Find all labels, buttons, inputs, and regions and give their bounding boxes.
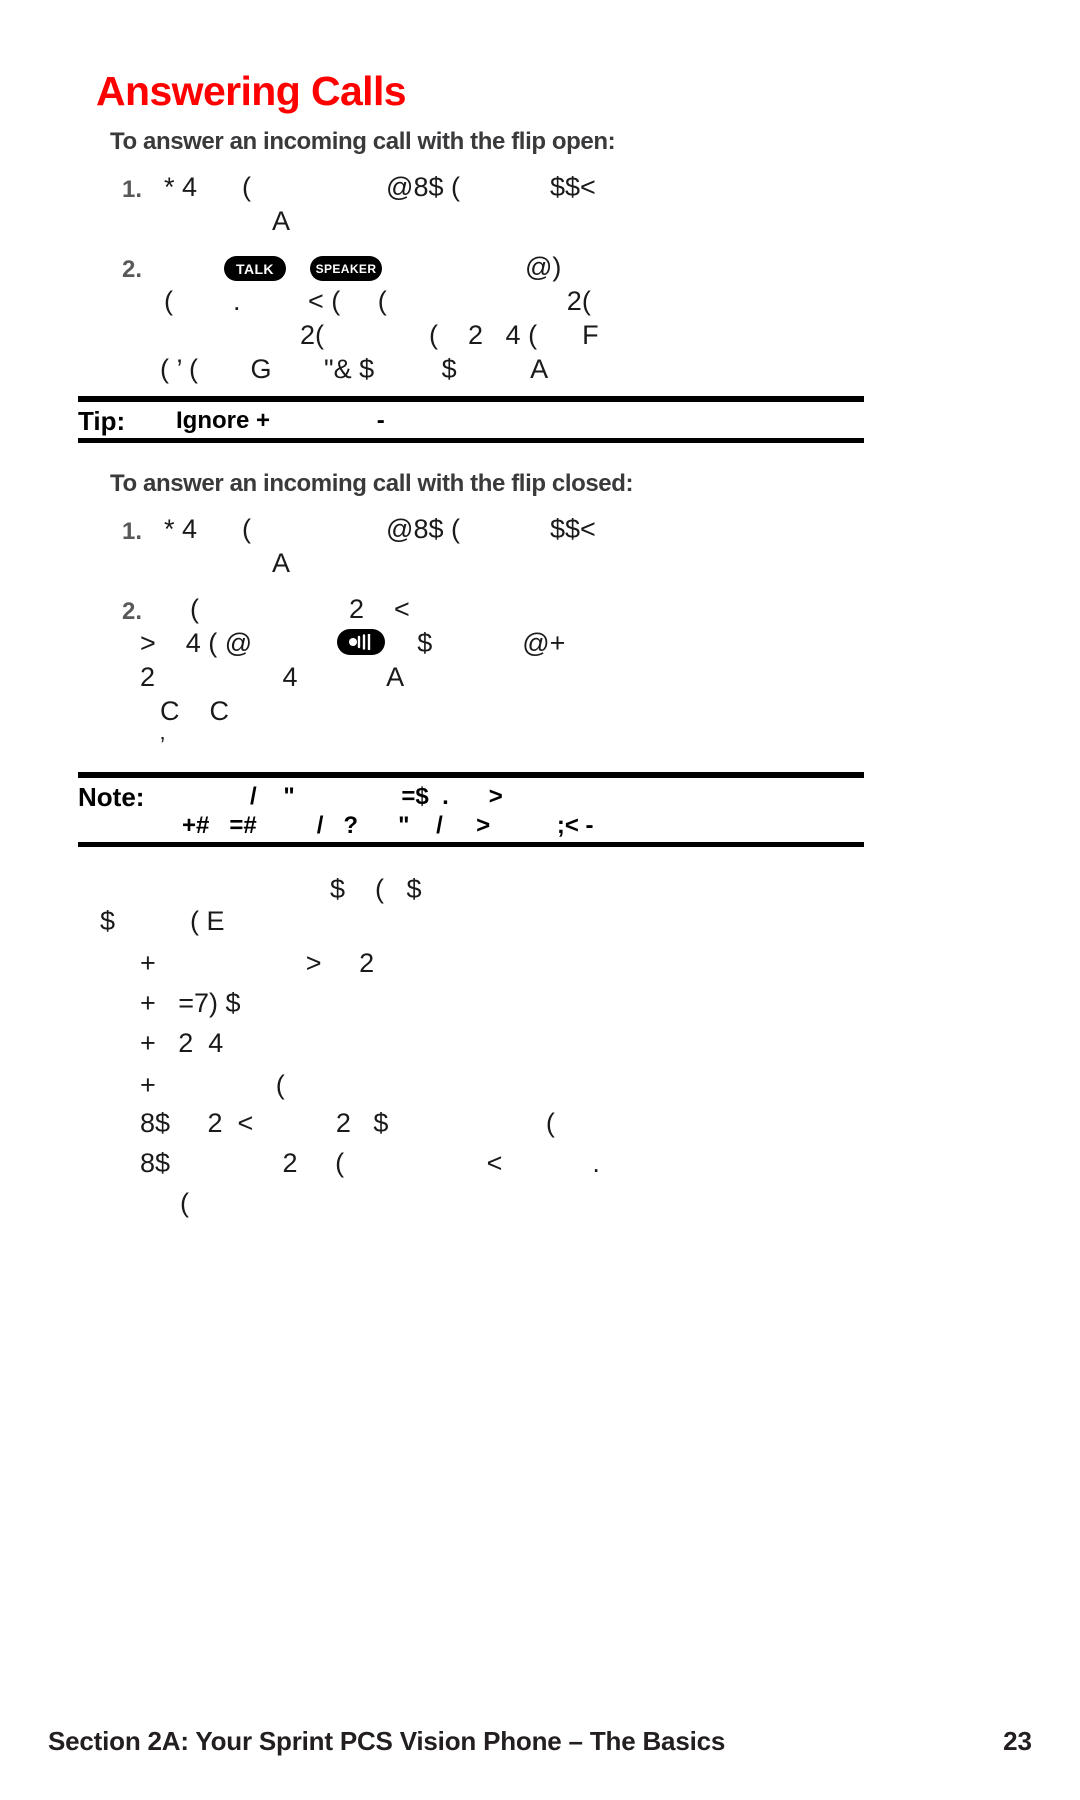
manual-page: Answering Calls To answer an incoming ca… <box>0 0 1080 1800</box>
body-text-line: $ ( E <box>100 906 225 936</box>
section-heading-flip-closed: To answer an incoming call with the flip… <box>110 470 634 497</box>
step-text-line: ( 2 < <box>190 594 410 624</box>
step-text-line: ( . < ( ( 2( <box>164 286 591 316</box>
talk-key-label: TALK <box>236 260 274 277</box>
speaker-volume-icon[interactable] <box>337 629 385 655</box>
footer-section-label: Section 2A: Your Sprint PCS Vision Phone… <box>48 1726 726 1756</box>
body-text-line: + =7) $ <box>140 988 241 1018</box>
body-text-line: + > 2 <box>140 948 375 978</box>
step-number: 2. <box>122 598 143 625</box>
note-text-line: +# =# / ? " / > ;< - <box>182 812 594 839</box>
step-number: 2. <box>122 256 143 283</box>
step-text-line: 2( ( 2 4 ( F <box>300 320 599 350</box>
tip-rule-top <box>78 396 864 402</box>
step-text-line: 2 4 A <box>140 662 405 692</box>
body-text-line: 8$ 2 ( < . <box>140 1148 600 1178</box>
tip-rule-bottom <box>78 438 864 443</box>
note-text-line: / " =$ . > <box>250 783 503 810</box>
body-text-line: + ( <box>140 1070 285 1100</box>
step-number: 1. <box>122 176 143 203</box>
speaker-key-badge[interactable]: SPEAKER <box>310 256 382 281</box>
step-text-line: ’ <box>160 732 166 758</box>
step-text-line: ( ’ ( G "& $ $ A <box>160 354 549 384</box>
tip-text: Ignore + - <box>176 407 385 434</box>
step-text-line: C C <box>160 696 230 726</box>
section-heading-flip-open: To answer an incoming call with the flip… <box>110 128 616 155</box>
body-text-line: $ ( $ <box>330 874 422 904</box>
body-text-line: ( <box>180 1188 189 1218</box>
body-text-line: 8$ 2 < 2 $ ( <box>140 1108 555 1138</box>
note-rule-top <box>78 772 864 778</box>
step-text-line: A <box>272 206 291 236</box>
note-rule-bottom <box>78 842 864 847</box>
note-label: Note: <box>78 782 145 812</box>
step-text-line: * 4 ( @8$ ( $$< <box>164 172 596 202</box>
talk-key-badge[interactable]: TALK <box>224 256 286 281</box>
body-text-line: + 2 4 <box>140 1028 224 1058</box>
step-text-line: A <box>272 548 291 578</box>
step-number: 1. <box>122 518 143 545</box>
tip-label: Tip: <box>78 406 126 436</box>
step-text-line: * 4 ( @8$ ( $$< <box>164 514 596 544</box>
page-title: Answering Calls <box>96 68 407 114</box>
speaker-key-label: SPEAKER <box>315 261 377 276</box>
footer-page-number: 23 <box>1003 1726 1032 1756</box>
step-text-line: @) <box>525 252 562 282</box>
